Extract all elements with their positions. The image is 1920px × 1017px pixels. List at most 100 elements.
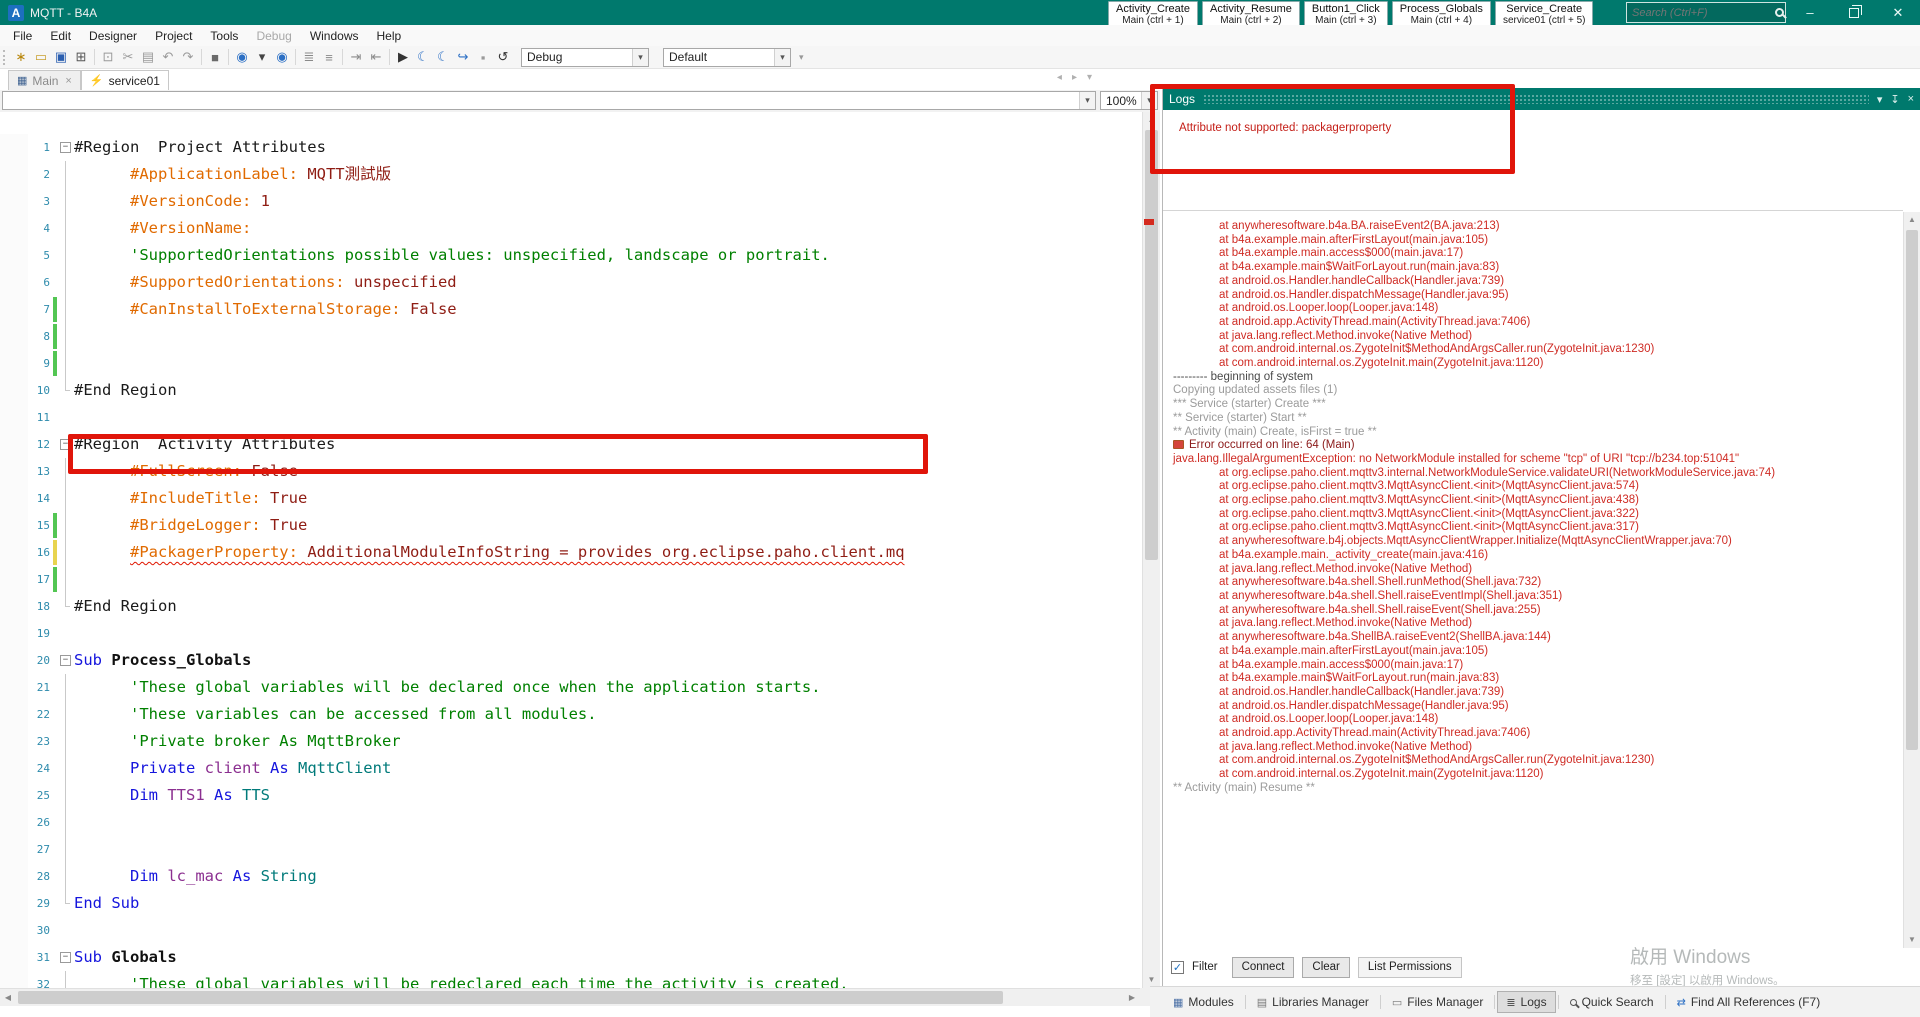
code-text[interactable]: #End Region — [74, 377, 1140, 404]
quick-jump-button[interactable]: Activity_Resume Main (ctrl + 2) — [1201, 1, 1300, 28]
code-text[interactable]: Sub Globals — [74, 944, 1140, 971]
code-line[interactable]: 4 #VersionName: — [0, 215, 1140, 242]
bottom-tab-libraries-manager[interactable]: ▤ Libraries Manager — [1248, 991, 1378, 1013]
menu-designer[interactable]: Designer — [80, 27, 146, 45]
filter-checkbox[interactable]: ✓ — [1171, 960, 1184, 974]
code-text[interactable]: #PackagerProperty: AdditionalModuleInfoS… — [74, 539, 1140, 566]
indent-icon[interactable]: ⇥ — [346, 48, 366, 67]
log-entry[interactable]: at anywheresoftware.b4a.ShellBA.raiseEve… — [1163, 631, 1903, 645]
menu-project[interactable]: Project — [146, 27, 201, 45]
zoom-combo[interactable]: 100% ▾ — [1100, 91, 1158, 110]
log-entry[interactable]: at java.lang.reflect.Method.invoke(Nativ… — [1163, 563, 1903, 577]
code-text[interactable] — [74, 620, 1140, 647]
code-line[interactable]: 14 #IncludeTitle: True — [0, 485, 1140, 512]
log-entry[interactable]: at android.app.ActivityThread.main(Activ… — [1163, 316, 1903, 330]
code-text[interactable]: #Region Project Attributes — [74, 134, 1140, 161]
code-text[interactable]: 'These global variables will be declared… — [74, 674, 1140, 701]
toolbar-overflow-icon[interactable]: ▾ — [799, 52, 804, 63]
fold-box-icon[interactable]: − — [60, 439, 71, 450]
code-line[interactable]: 15 #BridgeLogger: True — [0, 512, 1140, 539]
log-entry[interactable]: ** Service (starter) Start ** — [1163, 412, 1903, 426]
menu-help[interactable]: Help — [368, 27, 411, 45]
stop-icon[interactable]: ▪ — [473, 48, 493, 67]
code-line[interactable]: 8 — [0, 323, 1140, 350]
log-entry[interactable]: at b4a.example.main.access$000(main.java… — [1163, 659, 1903, 673]
code-text[interactable]: #CanInstallToExternalStorage: False — [74, 296, 1140, 323]
code-line[interactable]: 22 'These variables can be accessed from … — [0, 701, 1140, 728]
log-entry[interactable]: at android.os.Handler.dispatchMessage(Ha… — [1163, 289, 1903, 303]
code-text[interactable]: #End Region — [74, 593, 1140, 620]
bottom-tab-find-all-references-f7-[interactable]: ⇄ Find All References (F7) — [1668, 991, 1830, 1013]
quick-jump-button[interactable]: Activity_Create Main (ctrl + 1) — [1108, 1, 1198, 28]
new-project-icon[interactable]: ∗ — [11, 48, 31, 67]
code-text[interactable] — [74, 836, 1140, 863]
clear-button[interactable]: Clear — [1302, 956, 1350, 978]
code-line[interactable]: 30 — [0, 917, 1140, 944]
log-entry[interactable]: at anywheresoftware.b4a.shell.Shell.rais… — [1163, 590, 1903, 604]
log-entry[interactable]: at android.os.Handler.handleCallback(Han… — [1163, 686, 1903, 700]
scroll-thumb[interactable] — [1145, 130, 1158, 560]
member-navigation-combo[interactable]: ▾ — [2, 91, 1096, 110]
log-entry[interactable]: at b4a.example.main.afterFirstLayout(mai… — [1163, 234, 1903, 248]
close-icon[interactable]: × — [65, 75, 71, 87]
outdent-icon[interactable]: ⇤ — [366, 48, 386, 67]
log-entry[interactable]: at b4a.example.main$WaitForLayout.run(ma… — [1163, 261, 1903, 275]
bottom-tab-quick-search[interactable]: Quick Search — [1561, 991, 1663, 1013]
breakpoint-toggle-icon[interactable]: ☾ — [413, 48, 433, 67]
code-line[interactable]: 6 #SupportedOrientations: unspecified — [0, 269, 1140, 296]
code-text[interactable]: 'These global variables will be redeclar… — [74, 971, 1140, 988]
log-entry[interactable]: java.lang.IllegalArgumentException: no N… — [1163, 453, 1903, 467]
code-line[interactable]: 23 'Private broker As MqttBroker — [0, 728, 1140, 755]
code-text[interactable] — [74, 323, 1140, 350]
code-text[interactable]: Dim TTS1 As TTS — [74, 782, 1140, 809]
chevron-down-icon[interactable]: ▾ — [1877, 93, 1883, 106]
code-text[interactable]: #ApplicationLabel: MQTT測試版 — [74, 161, 1140, 188]
code-line[interactable]: 27 — [0, 836, 1140, 863]
code-line[interactable]: 5 'SupportedOrientations possible values:… — [0, 242, 1140, 269]
scroll-up-icon[interactable]: ▲ — [1904, 212, 1920, 228]
scroll-right-icon[interactable]: ▶ — [1124, 989, 1140, 1006]
bottom-tab-logs[interactable]: ≣ Logs — [1497, 991, 1556, 1013]
code-text[interactable]: #VersionName: — [74, 215, 1140, 242]
code-text[interactable] — [74, 404, 1140, 431]
log-entry[interactable]: Copying updated assets files (1) — [1163, 384, 1903, 398]
code-text[interactable]: #Region Activity Attributes — [74, 431, 1140, 458]
code-text[interactable]: Private client As MqttClient — [74, 755, 1140, 782]
quick-jump-button[interactable]: Process_Globals Main (ctrl + 4) — [1391, 1, 1491, 28]
log-entry[interactable]: at anywheresoftware.b4a.BA.raiseEvent2(B… — [1163, 220, 1903, 234]
log-entry[interactable]: at com.android.internal.os.ZygoteInit$Me… — [1163, 343, 1903, 357]
code-text[interactable] — [74, 809, 1140, 836]
code-text[interactable] — [74, 566, 1140, 593]
log-entry[interactable]: at java.lang.reflect.Method.invoke(Nativ… — [1163, 330, 1903, 344]
code-editor[interactable]: 1− #Region Project Attributes 2 #Applicatio… — [0, 112, 1140, 988]
tab-main[interactable]: ▦ Main × — [8, 70, 81, 90]
code-line[interactable]: 9 — [0, 350, 1140, 377]
log-entry[interactable]: at org.eclipse.paho.client.mqttv3.intern… — [1163, 467, 1903, 481]
code-line[interactable]: 20− Sub Process_Globals — [0, 647, 1140, 674]
compile-back-icon[interactable]: ◉ — [232, 48, 252, 67]
tab-scroll-left-icon[interactable]: ◂ — [1057, 72, 1062, 83]
code-text[interactable]: 'SupportedOrientations possible values: … — [74, 242, 1140, 269]
code-line[interactable]: 1− #Region Project Attributes — [0, 134, 1140, 161]
code-text[interactable] — [74, 350, 1140, 377]
logs-vscrollbar[interactable]: ▲ ▼ — [1903, 212, 1920, 948]
fold-box-icon[interactable]: − — [60, 142, 71, 153]
log-entry[interactable]: at org.eclipse.paho.client.mqttv3.MqttAs… — [1163, 521, 1903, 535]
code-text[interactable]: #VersionCode: 1 — [74, 188, 1140, 215]
tab-scroll-right-icon[interactable]: ▸ — [1072, 72, 1077, 83]
menu-windows[interactable]: Windows — [301, 27, 368, 45]
code-line[interactable]: 2 #ApplicationLabel: MQTT測試版 — [0, 161, 1140, 188]
code-line[interactable]: 10 #End Region — [0, 377, 1140, 404]
log-entry[interactable]: at com.android.internal.os.ZygoteInit.ma… — [1163, 357, 1903, 371]
pin-icon[interactable]: ↧ — [1890, 93, 1899, 106]
log-entry[interactable]: Error occurred on line: 64 (Main) — [1163, 439, 1903, 453]
log-entry[interactable]: ** Activity (main) Resume ** — [1163, 782, 1903, 796]
code-line[interactable]: 21 'These global variables will be declar… — [0, 674, 1140, 701]
log-entry[interactable]: *** Service (starter) Create *** — [1163, 398, 1903, 412]
code-text[interactable] — [74, 917, 1140, 944]
logs-list[interactable]: at anywheresoftware.b4a.BA.raiseEvent2(B… — [1163, 212, 1903, 948]
close-button[interactable]: ✕ — [1876, 0, 1920, 25]
code-line[interactable]: 29 End Sub — [0, 890, 1140, 917]
scroll-thumb[interactable] — [18, 991, 1003, 1004]
copy-icon[interactable]: ⊡ — [98, 48, 118, 67]
